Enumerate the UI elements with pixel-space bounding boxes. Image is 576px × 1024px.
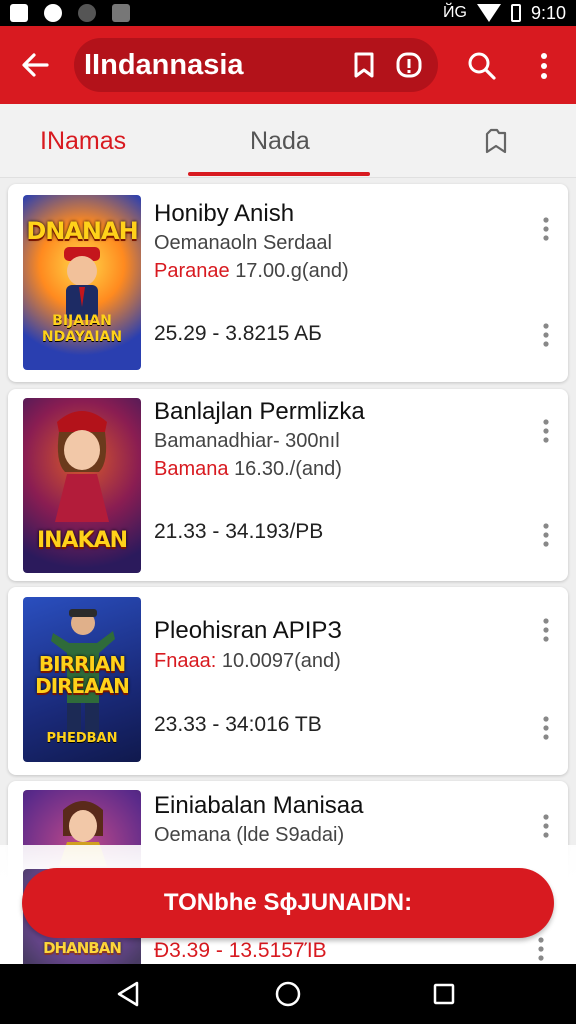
recents-square-icon [433,983,455,1005]
price-value: 16.30./(and) [234,458,342,480]
primary-action-button[interactable]: TONbhe ЅϕЈUNAIDN: [22,868,554,938]
record-icon [78,4,96,22]
cover-image: BIRRIAN DIREAAN PHEDBAN [23,597,141,762]
home-circle-icon [275,981,301,1007]
cover-image: DNANAH BIJAIAN NDAYAIAN [23,195,141,370]
search-button[interactable] [462,46,502,86]
nav-recents-button[interactable] [426,976,462,1012]
search-icon [468,52,496,80]
status-bar: ЙG 9:10 [0,0,576,26]
price-value: 17.00.g(and) [235,260,349,282]
price-label: Paranae [154,260,230,282]
title-pill[interactable]: IIndannasia [74,38,438,92]
item-more-button[interactable] [538,811,554,841]
battery-icon [510,4,521,22]
price-label: Fnaaa: [154,650,217,672]
cover-subtitle: PHEDBAN [46,731,118,746]
list-item[interactable]: DNANAH BIJAIAN NDAYAIAN Honiby Anish Oem… [8,184,568,382]
back-button[interactable] [0,26,70,104]
character-illustration [64,247,100,320]
more-vert-icon [543,814,549,838]
item-price: Fnaaa: 10.0097(and) [154,650,341,673]
cover-title: BIRRIAN DIREAAN [35,652,130,698]
app-bar: IIndannasia [0,26,576,104]
cover-image: INAKAN [23,398,141,573]
bookmark-button[interactable] [349,50,379,80]
more-vert-icon [543,716,549,740]
wifi-icon [476,4,501,22]
bookmark-add-icon [485,128,507,154]
item-more-button[interactable] [538,320,554,350]
chrome-icon [44,4,62,22]
item-more-button[interactable] [538,520,554,550]
more-vert-icon [543,323,549,347]
more-vert-icon [543,523,549,547]
tab-nada[interactable]: Nada [250,104,310,178]
gallery-icon [112,4,130,22]
item-range: 21.33 - 34.193/PB [154,520,324,543]
more-vert-icon [543,217,549,241]
item-more-button[interactable] [538,214,554,244]
network-label: ЙG [443,4,467,21]
tab-bookmarks[interactable] [478,104,514,178]
nav-back-button[interactable] [110,976,146,1012]
item-more-button[interactable] [538,615,554,645]
item-subtitle: Oemanaoln Serdaal [154,232,332,254]
price-value: 10.0097(and) [221,650,341,672]
item-title: Honiby Anish [154,200,295,227]
item-range: 23.33 - 34:016 TB [154,713,322,736]
arrow-left-icon [22,53,49,77]
back-triangle-icon [117,981,139,1007]
info-icon [396,52,422,78]
cover-subtitle: BIJAIAN NDAYAIAN [41,313,123,345]
more-vert-icon [541,53,547,79]
page-title: IIndannasia [84,48,244,81]
list-item[interactable]: BIRRIAN DIREAAN PHEDBAN Pleohisran APIPЗ… [8,587,568,775]
item-range: 25.29 - 3.8215 AБ [154,322,322,345]
tab-namas[interactable]: INamas [40,104,126,178]
notification-icon [10,4,28,22]
list-item[interactable]: INAKAN Banlajlan Permlizka Bamanadhiar- … [8,389,568,581]
item-price: Paranae 17.00.g(and) [154,260,349,283]
system-nav-bar [0,964,576,1024]
tab-indicator [188,172,370,176]
character-illustration [55,411,109,522]
item-title: Banlajlan Permlizka [154,398,365,425]
bookmark-icon [354,52,374,78]
item-more-button[interactable] [538,416,554,446]
cover-title: INAKAN [36,528,128,553]
more-vert-icon [543,419,549,443]
item-subtitle: Oemana (lde S9adai) [154,824,345,846]
item-title: Pleohisran APIPЗ [154,617,342,644]
item-more-button[interactable] [538,713,554,743]
more-vert-icon [543,618,549,642]
clock: 9:10 [530,2,566,23]
info-button[interactable] [394,50,424,80]
item-subtitle: Bamanadhiar- 300nıl [154,430,340,452]
more-options-button[interactable] [528,46,560,86]
nav-home-button[interactable] [270,976,306,1012]
item-price: Bamana 16.30./(and) [154,458,342,481]
item-title: Einiabalan Manisaa [154,792,364,819]
price-label: Bamana [154,458,229,480]
cover-title: DNANAH [26,217,138,245]
tab-bar: INamas Nada [0,104,576,178]
